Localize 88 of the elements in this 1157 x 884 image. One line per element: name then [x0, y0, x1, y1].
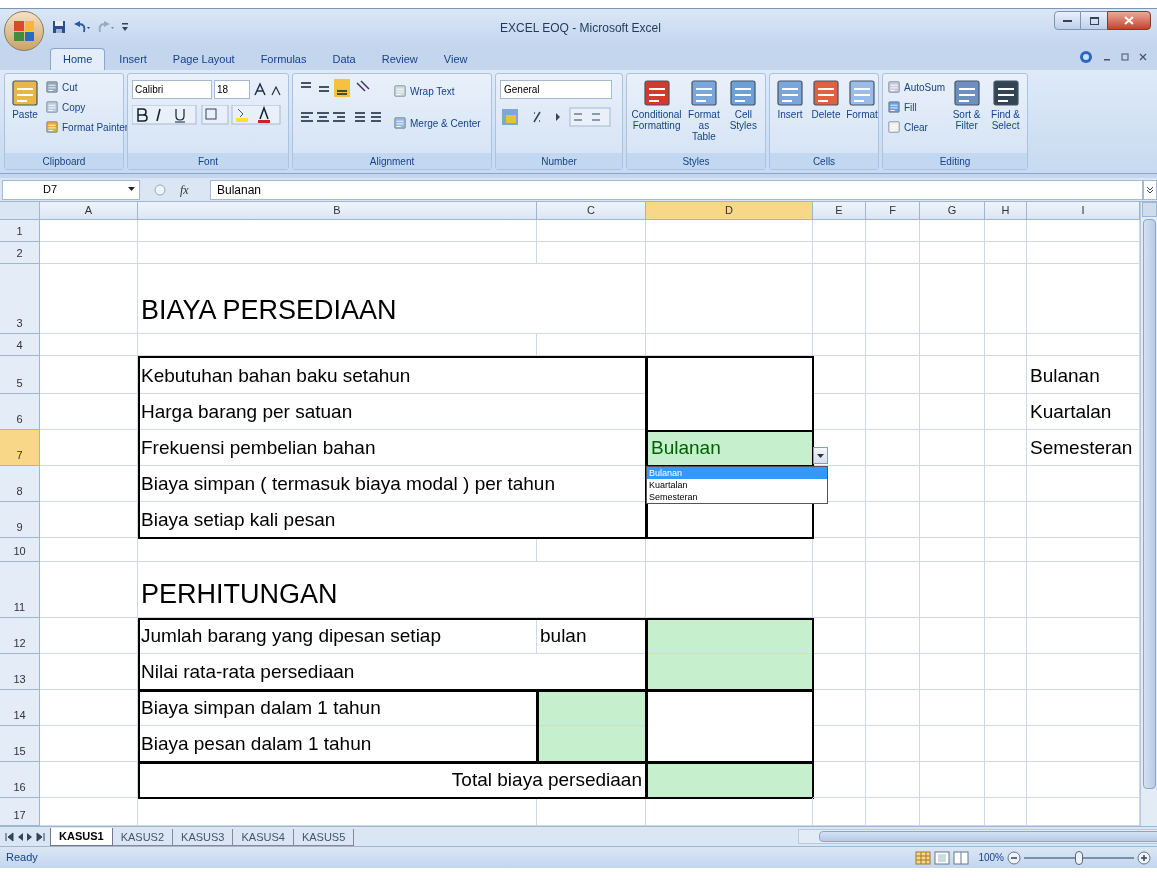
ribbon-tab[interactable]: Home: [50, 48, 106, 70]
group-label: Editing: [939, 154, 971, 169]
sheet-tab[interactable]: KASUS4: [233, 829, 294, 846]
sheet-cell[interactable]: Biaya simpan dalam 1 tahun: [138, 690, 537, 726]
name-box[interactable]: D7: [2, 179, 140, 200]
ribbon-tab[interactable]: View: [431, 48, 480, 70]
ribbon-tab[interactable]: Page Layout: [160, 48, 247, 70]
row-header[interactable]: 2: [0, 242, 40, 264]
group-label: Alignment: [369, 154, 415, 169]
window-title: EXCEL EOQ - Microsoft Excel: [500, 20, 661, 37]
row-header[interactable]: 16: [0, 762, 40, 798]
scissors-button[interactable]: Cut: [45, 77, 129, 97]
ribbon-tab[interactable]: Formulas: [248, 48, 319, 70]
dropdown-item[interactable]: Semesteran: [647, 491, 827, 503]
column-header[interactable]: C: [537, 202, 646, 220]
column-header[interactable]: E: [813, 202, 866, 220]
copy-button[interactable]: Copy: [45, 97, 129, 117]
wrap-button[interactable]: Wrap Text: [393, 81, 481, 101]
sheet-tab[interactable]: KASUS3: [173, 829, 234, 846]
eraser-button[interactable]: Clear: [887, 117, 946, 137]
sheet-cell[interactable]: Total biaya persediaan: [138, 762, 646, 798]
sigma-button[interactable]: AutoSum: [887, 77, 946, 97]
ribbon-button[interactable]: Delete: [810, 77, 842, 153]
sheet-tab[interactable]: KASUS1: [50, 828, 113, 846]
group-label: Clipboard: [42, 154, 86, 169]
brush-button[interactable]: Format Painter: [45, 117, 129, 137]
column-header[interactable]: I: [1027, 202, 1140, 220]
column-header[interactable]: F: [866, 202, 920, 220]
group-label: Styles: [682, 154, 710, 169]
zoom-level[interactable]: 100%: [978, 850, 1004, 865]
font-size-field[interactable]: 18: [214, 80, 250, 99]
sheet-cell[interactable]: Jumlah barang yang dipesan setiap: [138, 618, 537, 654]
sheet-cell[interactable]: PERHITUNGAN: [138, 562, 646, 618]
row-header[interactable]: 5: [0, 356, 40, 394]
insert-function-button[interactable]: fx: [180, 180, 210, 199]
row-header[interactable]: 15: [0, 726, 40, 762]
sheet-cell[interactable]: Frekuensi pembelian bahan: [138, 430, 646, 466]
ribbon-button[interactable]: Insert: [774, 77, 806, 153]
ribbon-button[interactable]: Cell Styles: [725, 77, 761, 153]
ribbon-button[interactable]: Conditional Formatting: [631, 77, 683, 153]
sheet-tab[interactable]: KASUS2: [112, 829, 174, 846]
sheet-cell[interactable]: Nilai rata-rata persediaan: [138, 654, 646, 690]
sheet-cell[interactable]: Kebutuhan bahan baku setahun: [138, 356, 646, 394]
row-header[interactable]: 9: [0, 502, 40, 538]
row-header[interactable]: 12: [0, 618, 40, 654]
row-header[interactable]: 13: [0, 654, 40, 690]
row-header[interactable]: 7: [0, 430, 40, 466]
sheet-cell[interactable]: bulan: [537, 618, 646, 654]
column-header[interactable]: B: [138, 202, 537, 220]
formula-field[interactable]: Bulanan: [210, 179, 1143, 200]
group-label: Font: [198, 154, 218, 169]
row-header[interactable]: 8: [0, 466, 40, 502]
ribbon-tab[interactable]: Review: [369, 48, 430, 70]
sheet-cell[interactable]: Biaya pesan dalam 1 tahun: [138, 726, 537, 762]
group-label: Cells: [812, 154, 836, 169]
ribbon-button[interactable]: Format as Table: [686, 77, 722, 153]
row-header[interactable]: 11: [0, 562, 40, 618]
sheet-cell[interactable]: Harga barang per satuan: [138, 394, 646, 430]
group-label: Number: [541, 154, 577, 169]
dropdown-item[interactable]: Kuartalan: [647, 479, 827, 491]
ribbon-tab[interactable]: Insert: [107, 48, 159, 70]
merge-button[interactable]: Merge & Center: [393, 113, 481, 133]
ribbon-button[interactable]: Format: [846, 77, 878, 153]
row-header[interactable]: 1: [0, 220, 40, 242]
column-header[interactable]: D: [646, 202, 813, 220]
number-format-field[interactable]: General: [500, 80, 612, 99]
sheet-cell[interactable]: Biaya simpan ( termasuk biaya modal ) per tahun: [138, 466, 646, 502]
sheet-tab[interactable]: KASUS5: [293, 829, 355, 846]
sheet-cell[interactable]: BIAYA PERSEDIAAN: [138, 264, 646, 334]
fill-button[interactable]: Fill: [887, 97, 946, 117]
sheet-cell[interactable]: Bulanan: [646, 430, 814, 467]
column-header[interactable]: A: [40, 202, 138, 220]
row-header[interactable]: 14: [0, 690, 40, 726]
ribbon-button[interactable]: Find & Select: [988, 77, 1023, 153]
row-header[interactable]: 6: [0, 394, 40, 430]
row-header[interactable]: 3: [0, 264, 40, 334]
column-header[interactable]: G: [920, 202, 985, 220]
paste-button[interactable]: Paste: [9, 77, 41, 153]
row-header[interactable]: 10: [0, 538, 40, 562]
row-header[interactable]: 17: [0, 798, 40, 826]
font-name-field[interactable]: Calibri: [132, 80, 212, 99]
column-header[interactable]: H: [985, 202, 1027, 220]
cell-reference: D7: [43, 182, 58, 198]
ribbon-tab[interactable]: Data: [320, 48, 368, 70]
ribbon-button[interactable]: Sort & Filter: [949, 77, 985, 153]
row-header[interactable]: 4: [0, 334, 40, 356]
sheet-cell[interactable]: Biaya setiap kali pesan: [138, 502, 646, 538]
status-text: Ready: [6, 850, 38, 866]
